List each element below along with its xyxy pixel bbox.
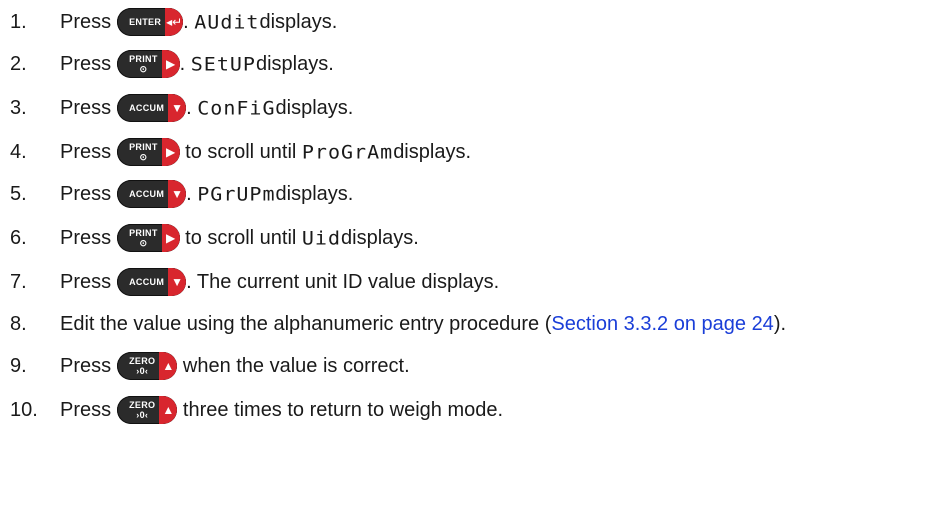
lcd-display-text: Uid: [301, 226, 342, 250]
down-arrow-icon: ▼: [168, 180, 187, 208]
step-number: 1.: [10, 10, 27, 33]
step-6: 6. Press PRINT ⊙ ▶ to scroll until Uid d…: [0, 216, 419, 260]
print-key-label: PRINT: [129, 53, 158, 64]
instruction-steps: 1. Press ENTER ◂↵ . AUdit displays. 2. P…: [0, 0, 930, 525]
step-number: 6.: [10, 226, 27, 249]
step-text: three times to return to weigh mode.: [177, 398, 504, 421]
zero-key-label: ZERO: [129, 399, 156, 410]
accum-key-label: ACCUM: [129, 276, 165, 287]
step-text: Edit the value using the alphanumeric en…: [60, 312, 552, 335]
step-text: displays.: [255, 52, 334, 75]
step-number: 3.: [10, 96, 27, 119]
print-key-icon: PRINT ⊙ ▶: [117, 224, 180, 252]
step-number: 2.: [10, 52, 27, 75]
lcd-display-text: PGrUPm: [197, 182, 276, 206]
down-arrow-icon: ▼: [168, 268, 187, 296]
step-text: displays.: [275, 96, 354, 119]
up-arrow-icon: ▲: [159, 352, 178, 380]
print-key-label: PRINT: [129, 227, 158, 238]
lcd-display-text: SEtUP: [190, 52, 256, 76]
step-1: 1. Press ENTER ◂↵ . AUdit displays.: [0, 0, 337, 44]
accum-key-icon: ACCUM ▼: [117, 180, 187, 208]
step-text: . The current unit ID value displays.: [186, 270, 500, 293]
press-label: Press: [60, 226, 112, 249]
step-number: 8.: [10, 312, 27, 335]
press-label: Press: [60, 52, 112, 75]
accum-key-icon: ACCUM ▼: [117, 268, 187, 296]
enter-arrow-icon: ◂↵: [165, 8, 184, 36]
print-key-icon: PRINT ⊙ ▶: [117, 50, 180, 78]
zero-key-label: ZERO: [129, 355, 156, 366]
press-label: Press: [60, 182, 112, 205]
step-number: 9.: [10, 354, 27, 377]
step-text: displays.: [275, 182, 354, 205]
step-text: ).: [773, 312, 787, 335]
step-number: 10.: [10, 398, 38, 421]
up-arrow-icon: ▲: [159, 396, 178, 424]
zero-key-icon: ZERO ›0‹ ▲: [117, 396, 178, 424]
accum-key-label: ACCUM: [129, 102, 165, 113]
step-10: 10. Press ZERO ›0‹ ▲ three times to retu…: [0, 388, 503, 432]
right-arrow-icon: ▶: [161, 50, 180, 78]
enter-key-label: ENTER: [129, 16, 162, 27]
step-7: 7. Press ACCUM ▼ . The current unit ID v…: [0, 260, 499, 304]
step-2: 2. Press PRINT ⊙ ▶ . SEtUP displays.: [0, 42, 334, 86]
enter-key-icon: ENTER ◂↵: [117, 8, 184, 36]
lcd-display-text: ConFiG: [197, 96, 276, 120]
step-number: 7.: [10, 270, 27, 293]
press-label: Press: [60, 10, 112, 33]
zero-key-icon: ZERO ›0‹ ▲: [117, 352, 178, 380]
step-text: displays.: [259, 10, 338, 33]
press-label: Press: [60, 270, 112, 293]
print-key-sub-icon: ⊙: [139, 151, 148, 162]
step-3: 3. Press ACCUM ▼ . ConFiG displays.: [0, 86, 353, 130]
step-text: when the value is correct.: [177, 354, 410, 377]
lcd-display-text: AUdit: [194, 10, 260, 34]
print-key-sub-icon: ⊙: [139, 63, 148, 74]
print-key-icon: PRINT ⊙ ▶: [117, 138, 180, 166]
press-label: Press: [60, 96, 112, 119]
accum-key-icon: ACCUM ▼: [117, 94, 187, 122]
print-key-sub-icon: ⊙: [139, 237, 148, 248]
print-key-label: PRINT: [129, 141, 158, 152]
step-text: to scroll until: [179, 226, 302, 249]
step-4: 4. Press PRINT ⊙ ▶ to scroll until ProGr…: [0, 130, 471, 174]
section-link[interactable]: Section 3.3.2 on page 24: [551, 313, 773, 336]
right-arrow-icon: ▶: [161, 138, 180, 166]
step-5: 5. Press ACCUM ▼ . PGrUPm displays.: [0, 172, 353, 216]
press-label: Press: [60, 140, 112, 163]
step-text: displays.: [393, 140, 471, 163]
zero-key-sub-icon: ›0‹: [136, 409, 149, 420]
accum-key-label: ACCUM: [129, 188, 165, 199]
press-label: Press: [60, 354, 112, 377]
press-label: Press: [60, 398, 112, 421]
down-arrow-icon: ▼: [168, 94, 187, 122]
step-8: 8. Edit the value using the alphanumeric…: [0, 302, 786, 346]
step-number: 4.: [10, 140, 27, 163]
step-9: 9. Press ZERO ›0‹ ▲ when the value is co…: [0, 344, 410, 388]
step-number: 5.: [10, 182, 27, 205]
lcd-display-text: ProGrAm: [301, 140, 394, 164]
step-text: displays.: [341, 226, 419, 249]
zero-key-sub-icon: ›0‹: [136, 365, 149, 376]
step-text: to scroll until: [179, 140, 302, 163]
right-arrow-icon: ▶: [161, 224, 180, 252]
